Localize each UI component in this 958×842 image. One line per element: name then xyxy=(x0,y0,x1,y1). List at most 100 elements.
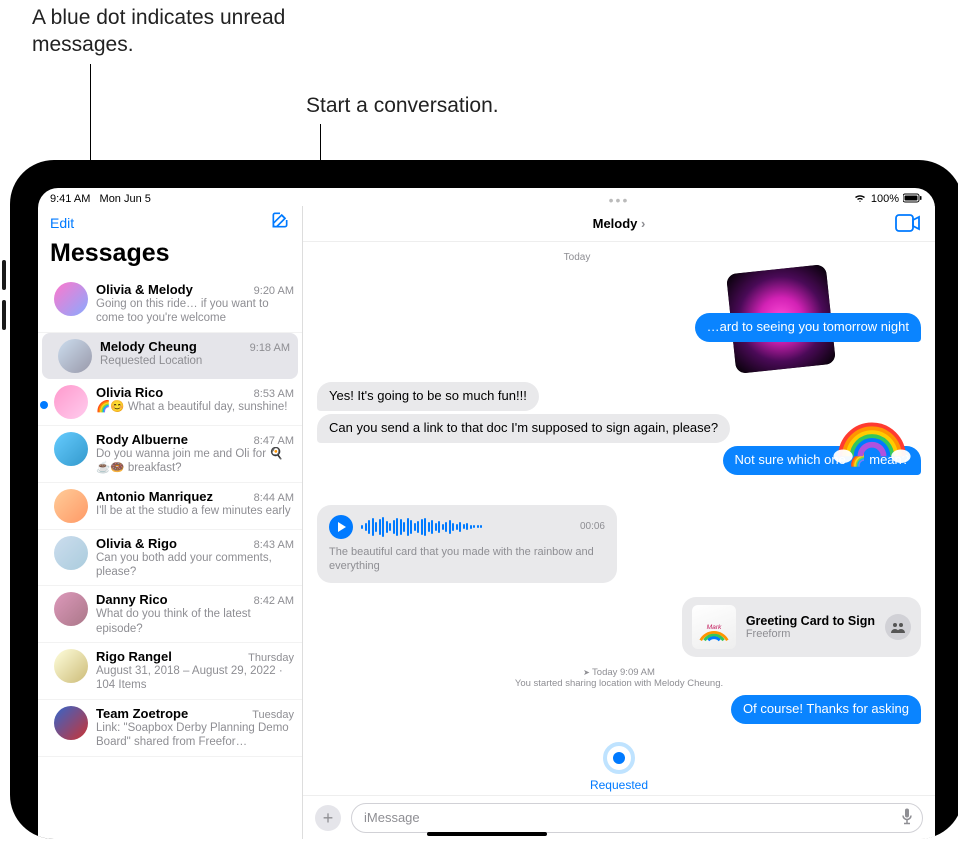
conversation-item[interactable]: Danny Rico 8:42 AM What do you think of … xyxy=(38,586,302,643)
volume-up-button xyxy=(2,260,6,290)
audio-duration: 00:06 xyxy=(580,521,605,532)
day-label: Today xyxy=(547,252,607,263)
conversation-item[interactable]: Team Zoetrope Tuesday Link: "Soapbox Der… xyxy=(38,700,302,757)
conversation-time: 8:53 AM xyxy=(254,388,294,400)
edit-button[interactable]: Edit xyxy=(50,215,74,231)
audio-transcript: The beautiful card that you made with th… xyxy=(329,545,605,574)
dictate-icon[interactable] xyxy=(900,807,914,828)
bubble-text: …ard to seeing you tomorrow night xyxy=(707,319,909,334)
conversation-time: 8:43 AM xyxy=(254,539,294,551)
status-date: Mon Jun 5 xyxy=(100,193,151,205)
chat-scroll[interactable]: Today …ard to seeing you tomorrow night … xyxy=(303,242,935,795)
conversation-item[interactable]: Rigo Rangel Thursday August 31, 2018 – A… xyxy=(38,643,302,700)
avatar xyxy=(58,339,92,373)
bubble-text: Can you send a link to that doc I'm supp… xyxy=(329,420,718,435)
conversation-preview: What do you think of the latest episode? xyxy=(96,607,294,636)
sent-bubble[interactable]: Of course! Thanks for asking xyxy=(731,695,921,724)
svg-text:Mark: Mark xyxy=(706,624,721,631)
attachment-card[interactable]: Mark Greeting Card to Sign Freeform xyxy=(682,597,921,657)
conversation-preview: I'll be at the studio a few minutes earl… xyxy=(96,504,294,518)
conversation-time: 8:42 AM xyxy=(254,595,294,607)
callout-compose: Start a conversation. xyxy=(306,92,499,119)
sidebar-title: Messages xyxy=(38,237,302,276)
sent-bubble[interactable]: …ard to seeing you tomorrow night xyxy=(695,313,921,342)
callout-unread: A blue dot indicates unread messages. xyxy=(32,4,292,59)
video-call-button[interactable] xyxy=(895,214,921,237)
conversation-time: Tuesday xyxy=(252,709,294,721)
conversation-list[interactable]: Olivia & Melody 9:20 AM Going on this ri… xyxy=(38,276,302,839)
avatar xyxy=(54,536,88,570)
conversation-time: 8:47 AM xyxy=(254,435,294,447)
compose-bar: + iMessage xyxy=(303,795,935,839)
avatar xyxy=(54,282,88,316)
message-input[interactable]: iMessage xyxy=(351,803,923,833)
unread-dot-icon xyxy=(40,401,48,409)
audio-message[interactable]: 00:06 The beautiful card that you made w… xyxy=(317,505,617,584)
conversation-item-selected[interactable]: Melody Cheung 9:18 AM Requested Location xyxy=(42,333,298,379)
avatar xyxy=(54,706,88,740)
sidebar: Edit Messages xyxy=(38,206,303,839)
ipad-frame: 9:41 AM Mon Jun 5 100% Edit xyxy=(10,160,958,839)
home-indicator[interactable] xyxy=(427,832,547,836)
location-requested[interactable]: Requested xyxy=(317,732,921,795)
conversation-name: Danny Rico xyxy=(96,592,168,607)
status-right: 100% xyxy=(853,193,923,206)
conversation-time: 9:20 AM xyxy=(254,285,294,297)
location-requested-label: Requested xyxy=(337,778,901,792)
conversation-name: Team Zoetrope xyxy=(96,706,188,721)
message-placeholder: iMessage xyxy=(364,810,420,825)
status-time: 9:41 AM xyxy=(50,193,90,205)
avatar xyxy=(54,432,88,466)
conversation-preview: Do you wanna join me and Oli for 🍳☕🍩 bre… xyxy=(96,447,294,476)
attachment-thumbnail: Mark xyxy=(692,605,736,649)
status-bar: 9:41 AM Mon Jun 5 100% xyxy=(38,188,935,206)
conversation-name: Olivia Rico xyxy=(96,385,163,400)
conversation-preview: Requested Location xyxy=(100,354,290,368)
received-bubble[interactable]: Can you send a link to that doc I'm supp… xyxy=(317,414,730,443)
conversation-item[interactable]: Rody Albuerne 8:47 AM Do you wanna join … xyxy=(38,426,302,483)
avatar xyxy=(54,489,88,523)
received-bubble[interactable]: Yes! It's going to be so much fun!!! xyxy=(317,382,539,411)
conversation-name: Antonio Manriquez xyxy=(96,489,213,504)
conversation-time: Thursday xyxy=(248,652,294,664)
collaboration-icon[interactable] xyxy=(885,614,911,640)
conversation-item[interactable]: Antonio Manriquez 8:44 AM I'll be at the… xyxy=(38,483,302,530)
conversation-preview: August 31, 2018 – August 29, 2022 · 104 … xyxy=(96,664,294,693)
conversation-name: Rody Albuerne xyxy=(96,432,188,447)
location-ring-icon xyxy=(603,742,635,774)
sent-bubble[interactable]: Not sure which one 🌈 mean? xyxy=(723,446,921,475)
waveform-icon[interactable] xyxy=(361,517,572,537)
conversation-time: 9:18 AM xyxy=(250,342,290,354)
battery-icon xyxy=(903,193,923,206)
status-left: 9:41 AM Mon Jun 5 xyxy=(50,193,151,205)
battery-percent: 100% xyxy=(871,193,899,205)
avatar xyxy=(54,385,88,419)
compose-button[interactable] xyxy=(270,210,290,235)
chat-header: ••• Melody xyxy=(303,206,935,242)
conversation-item[interactable]: Olivia & Rigo 8:43 AM Can you both add y… xyxy=(38,530,302,587)
chat-pane: ••• Melody Today …ard to seeing you tomo… xyxy=(303,206,935,839)
conversation-preview: Going on this ride… if you want to come … xyxy=(96,297,294,326)
conversation-preview: Can you both add your comments, please? xyxy=(96,551,294,580)
bubble-text: Not sure which one 🌈 mean? xyxy=(735,452,909,467)
avatar xyxy=(54,592,88,626)
chat-contact-name[interactable]: Melody xyxy=(593,216,646,231)
conversation-item[interactable]: Olivia Rico 8:53 AM 🌈😊 What a beautiful … xyxy=(38,379,302,426)
volume-down-button xyxy=(2,300,6,330)
conversation-name: Melody Cheung xyxy=(100,339,197,354)
conversation-name: Rigo Rangel xyxy=(96,649,172,664)
menu-dots-icon[interactable]: ••• xyxy=(609,192,630,208)
conversation-preview: Link: "Soapbox Derby Planning Demo Board… xyxy=(96,721,294,750)
attachment-subtitle: Freeform xyxy=(746,628,875,640)
conversation-name: Olivia & Melody xyxy=(96,282,193,297)
screen: 9:41 AM Mon Jun 5 100% Edit xyxy=(38,188,935,839)
bubble-text: Yes! It's going to be so much fun!!! xyxy=(329,388,527,403)
wifi-icon xyxy=(853,193,867,206)
conversation-preview: 🌈😊 What a beautiful day, sunshine! xyxy=(96,400,294,414)
conversation-time: 8:44 AM xyxy=(254,492,294,504)
plus-button[interactable]: + xyxy=(315,805,341,831)
system-note-text: You started sharing location with Melody… xyxy=(515,678,723,689)
play-button[interactable] xyxy=(329,515,353,539)
conversation-item[interactable]: Olivia & Melody 9:20 AM Going on this ri… xyxy=(38,276,302,333)
bubble-text: Of course! Thanks for asking xyxy=(743,701,909,716)
